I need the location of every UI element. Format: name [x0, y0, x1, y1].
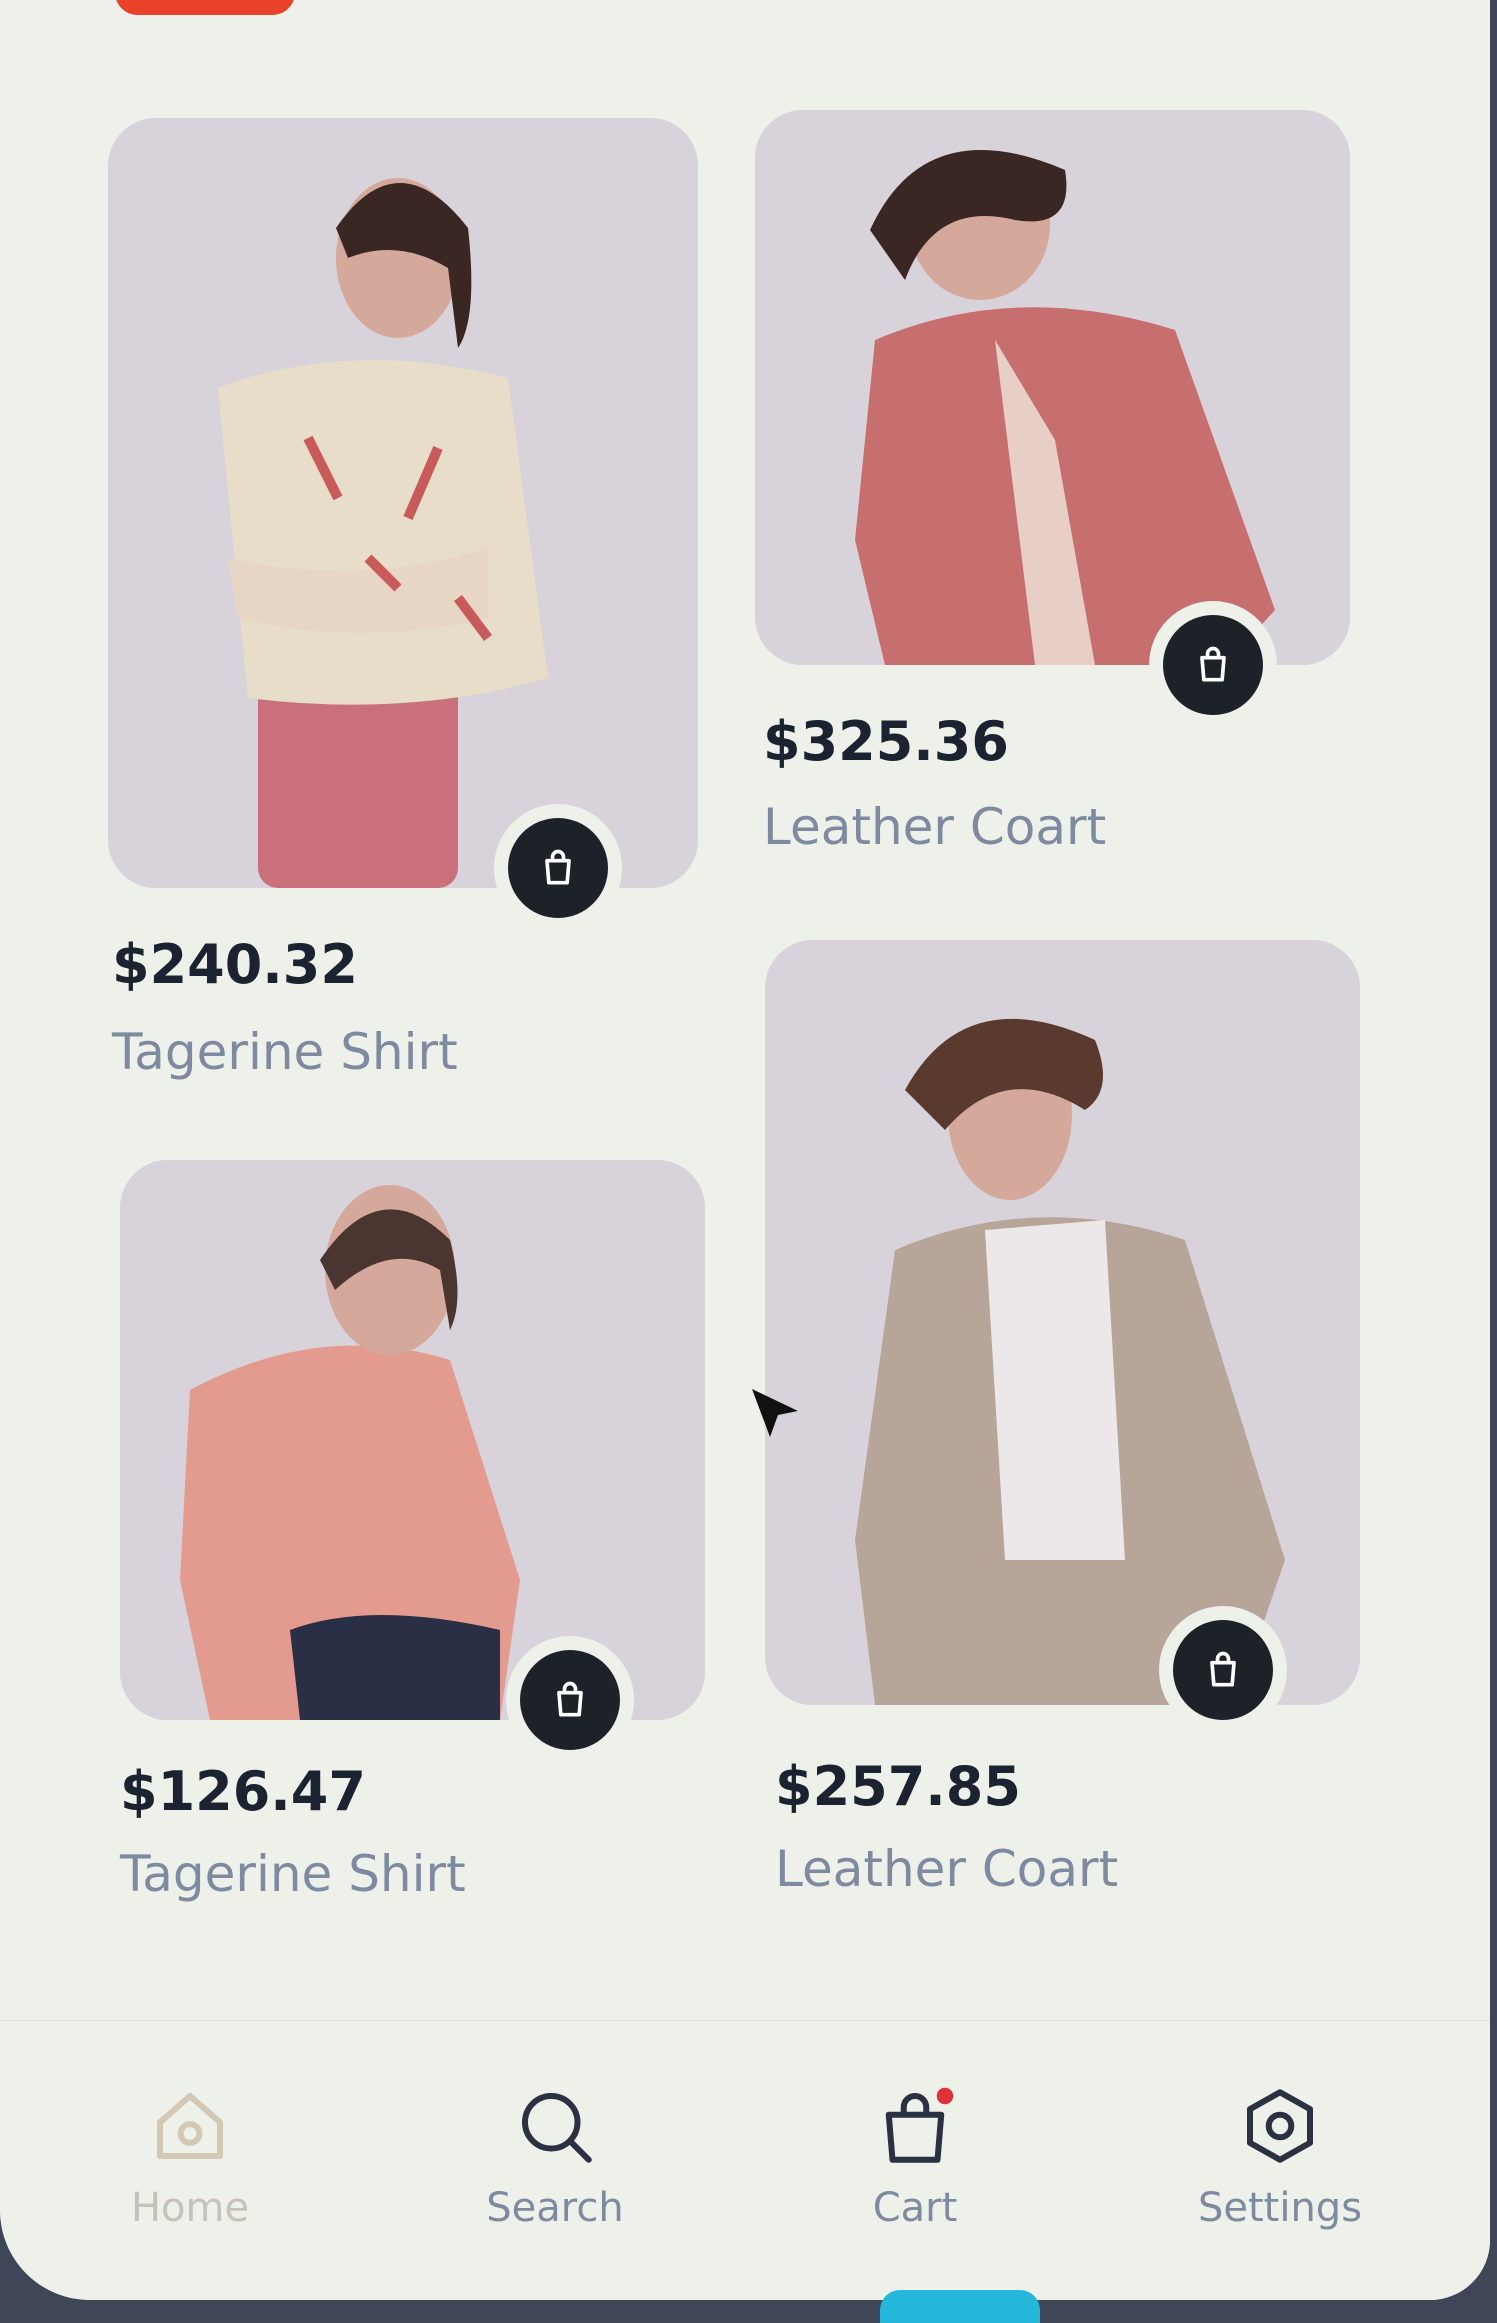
shopping-bag-icon: [1200, 646, 1226, 682]
product-image[interactable]: [765, 940, 1360, 1705]
nav-home[interactable]: Home: [70, 2081, 310, 2261]
product-image[interactable]: [120, 1160, 705, 1720]
phone-screen: $240.32 Tagerine Shirt $325.36 Leather C…: [0, 0, 1490, 2300]
product-name[interactable]: Tagerine Shirt: [120, 1845, 466, 1903]
add-to-cart-button[interactable]: [1173, 1620, 1273, 1720]
add-to-cart-button[interactable]: [508, 818, 608, 918]
product-card-leather-coart-1[interactable]: $325.36 Leather Coart: [755, 110, 1355, 890]
product-card-leather-coart-2[interactable]: $257.85 Leather Coart: [765, 940, 1385, 1930]
notification-dot: [936, 2087, 954, 2105]
shopping-bag-icon: [545, 849, 571, 885]
model-photo: [765, 940, 1360, 1705]
mouse-cursor-icon: [748, 1385, 808, 1449]
product-price: $240.32: [112, 933, 358, 996]
product-price: $257.85: [775, 1755, 1021, 1818]
pants-shape: [258, 678, 458, 888]
model-photo: [108, 118, 698, 888]
nav-search-label: Search: [486, 2185, 624, 2231]
add-to-cart-button[interactable]: [1163, 615, 1263, 715]
nav-cart[interactable]: Cart: [795, 2081, 1035, 2261]
model-photo: [120, 1160, 705, 1720]
shopping-bag-icon: [885, 2087, 954, 2163]
add-to-cart-button[interactable]: [520, 1650, 620, 1750]
settings-icon: [1247, 2089, 1313, 2163]
bottom-navigation: Home Search Cart Settings: [0, 2020, 1490, 2300]
nav-home-label: Home: [130, 2185, 250, 2231]
nav-settings[interactable]: Settings: [1160, 2081, 1400, 2261]
product-name[interactable]: Leather Coart: [775, 1840, 1118, 1898]
product-image[interactable]: [755, 110, 1350, 665]
pants-shape: [290, 1615, 500, 1720]
product-price: $126.47: [120, 1760, 366, 1823]
model-photo: [755, 110, 1350, 665]
shirt-shape: [985, 1220, 1125, 1560]
nav-cart-label: Cart: [872, 2185, 958, 2231]
search-icon: [522, 2093, 592, 2163]
shirt-shape: [218, 360, 548, 705]
shopping-bag-icon: [1210, 1651, 1236, 1687]
nav-search[interactable]: Search: [435, 2081, 675, 2261]
nav-settings-label: Settings: [1197, 2185, 1363, 2231]
home-icon: [157, 2093, 223, 2159]
top-badge[interactable]: [115, 0, 295, 15]
product-card-tagerine-shirt-1[interactable]: $240.32 Tagerine Shirt: [108, 118, 698, 1098]
product-image[interactable]: [108, 118, 698, 888]
product-price: $325.36: [763, 710, 1009, 773]
product-card-tagerine-shirt-2[interactable]: $126.47 Tagerine Shirt: [120, 1160, 720, 1940]
product-name[interactable]: Leather Coart: [763, 798, 1106, 856]
shopping-bag-icon: [557, 1681, 583, 1717]
product-name[interactable]: Tagerine Shirt: [112, 1023, 458, 1081]
bottom-accent-bar: [880, 2290, 1040, 2323]
